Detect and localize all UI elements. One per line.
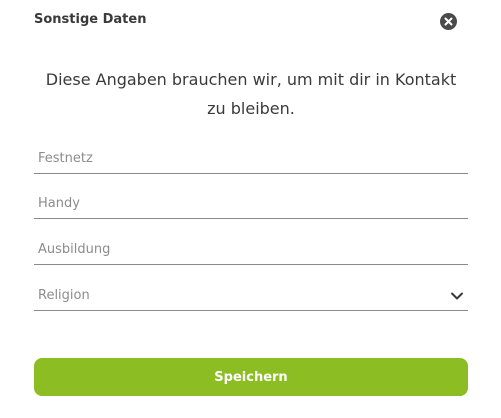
close-button[interactable]: [440, 13, 457, 30]
close-icon: [444, 17, 453, 26]
chevron-down-icon: [451, 292, 463, 300]
handy-input[interactable]: [34, 190, 472, 216]
festnetz-input[interactable]: [34, 145, 472, 171]
handy-field-wrapper: [34, 190, 472, 219]
save-button[interactable]: Speichern: [34, 358, 468, 396]
festnetz-field-wrapper: [34, 145, 472, 174]
religion-select-value: Religion: [38, 288, 90, 303]
ausbildung-field-wrapper: [34, 236, 472, 265]
ausbildung-input[interactable]: [34, 236, 472, 262]
sonstige-daten-dialog: Sonstige Daten Diese Angaben brauchen wi…: [0, 0, 501, 418]
religion-select[interactable]: Religion: [34, 282, 468, 311]
dialog-title: Sonstige Daten: [34, 12, 147, 27]
intro-text: Diese Angaben brauchen wir, um mit dir i…: [45, 70, 457, 118]
